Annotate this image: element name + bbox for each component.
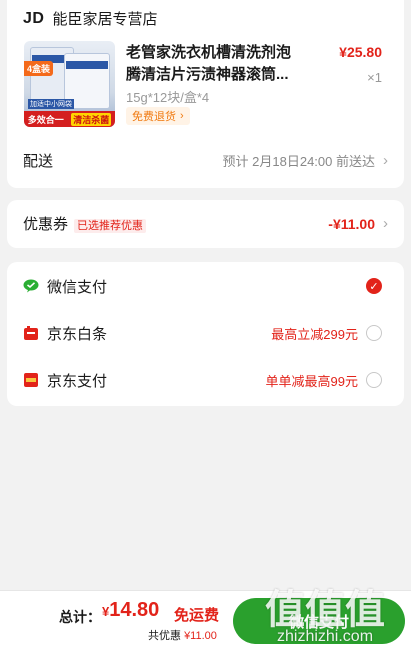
delivery-label: 配送 [23,153,54,170]
product-title-line1: 老管家洗衣机槽清洗剂泡 [126,44,292,61]
product-quantity: ×1 [367,70,382,85]
discount-value: ¥11.00 [184,630,217,642]
coupon-card[interactable]: 优惠券 已选推荐优惠 -¥11.00 › [7,200,404,248]
image-banner-right: 清洁杀菌 [71,112,112,126]
wechat-pay-button[interactable]: 微信支付 [233,598,405,644]
chevron-right-icon: › [383,215,388,232]
payment-option-left: 京东支付 [23,370,107,391]
discount-summary: 共优惠 ¥11.00 [148,627,217,643]
payment-option-label: 京东白条 [47,325,108,343]
chevron-right-icon: › [383,152,388,169]
payment-option-right: 最高立减299元 [271,324,382,343]
image-banner-left: 多效合一 [27,114,64,125]
coupon-label-group: 优惠券 已选推荐优惠 [23,213,147,234]
radio-unchecked-icon[interactable] [366,325,382,341]
total-label: 总计： [59,609,101,625]
delivery-value: 预计 2月18日24:00 前送达 [222,154,375,169]
free-shipping-label: 免运费 [174,607,220,624]
coupon-selected-tag: 已选推荐优惠 [74,219,147,233]
product-title-line2: 腾清洁片污渍神器滚筒... [126,66,289,83]
coupon-value: -¥11.00 [328,215,375,232]
payment-option-right: 单单减最高99元 [266,371,382,390]
product-title[interactable]: 老管家洗衣机槽清洗剂泡 腾清洁片污渍神器滚筒... [126,42,300,86]
payment-option-left: 微信支付 [23,276,107,297]
store-header[interactable]: JD 能臣家居专营店 [23,8,157,29]
discount-label: 共优惠 [148,630,181,642]
free-return-label: 免费退货 [132,111,176,123]
order-store-card: JD 能臣家居专营店 4盒装 加适中小网袋 多效合一 清洁杀菌 老管家洗衣机槽清… [7,0,404,188]
wechat-pay-icon [23,279,39,293]
payment-promo: 最高立减299元 [271,326,358,342]
total-price: ¥14.80 [102,599,159,622]
product-spec: 15g*12块/盒*4 [126,90,210,105]
payment-option-label: 微信支付 [47,278,108,296]
total-value: 14.80 [109,599,160,621]
product-image[interactable]: 4盒装 加适中小网袋 多效合一 清洁杀菌 [24,41,115,127]
payment-promo: 单单减最高99元 [265,373,358,389]
delivery-value-group: 预计 2月18日24:00 前送达 › [223,151,388,170]
box-stripe [66,61,108,69]
coupon-value-group: -¥11.00 › [328,215,388,232]
jd-pay-icon [23,373,39,387]
radio-checked-icon[interactable]: ✓ [366,278,382,294]
payment-option-left: 京东白条 [23,323,107,344]
image-bottom-banner: 多效合一 清洁杀菌 [24,111,115,127]
coupon-label: 优惠券 [23,216,69,233]
checkout-bottom-bar: 总计： ¥14.80 免运费 共优惠 ¥11.00 微信支付 值值值 zhizh… [0,590,411,652]
free-return-badge[interactable]: 免费退货 › [126,107,190,125]
image-pack-tag: 4盒装 [24,61,54,76]
radio-unchecked-icon[interactable] [366,372,382,388]
product-price: ¥25.80 [339,44,382,60]
jd-baitiao-icon [23,326,39,340]
payment-option-wechat[interactable]: 微信支付 ✓ [23,275,382,297]
payment-option-right: ✓ [358,278,382,294]
payment-methods-card: 微信支付 ✓ 京东白条 最高立减299元 京东支付 单单减最高99元 [7,262,404,406]
payment-option-baitiao[interactable]: 京东白条 最高立减299元 [23,322,382,344]
payment-option-label: 京东支付 [47,372,108,390]
chevron-right-icon: › [180,110,184,122]
jd-logo: JD [23,9,45,27]
store-name[interactable]: 能臣家居专营店 [52,8,157,29]
image-note: 加适中小网袋 [28,99,74,109]
payment-option-jdpay[interactable]: 京东支付 单单减最高99元 [23,369,382,391]
coupon-row[interactable]: 优惠券 已选推荐优惠 -¥11.00 › [23,213,388,234]
delivery-row[interactable]: 配送 预计 2月18日24:00 前送达 › [23,150,388,171]
